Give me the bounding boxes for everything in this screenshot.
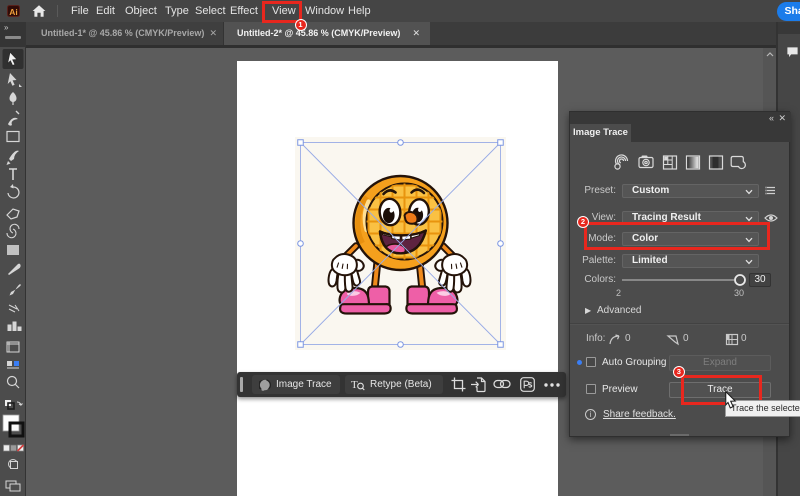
svg-text:T: T — [351, 379, 358, 391]
